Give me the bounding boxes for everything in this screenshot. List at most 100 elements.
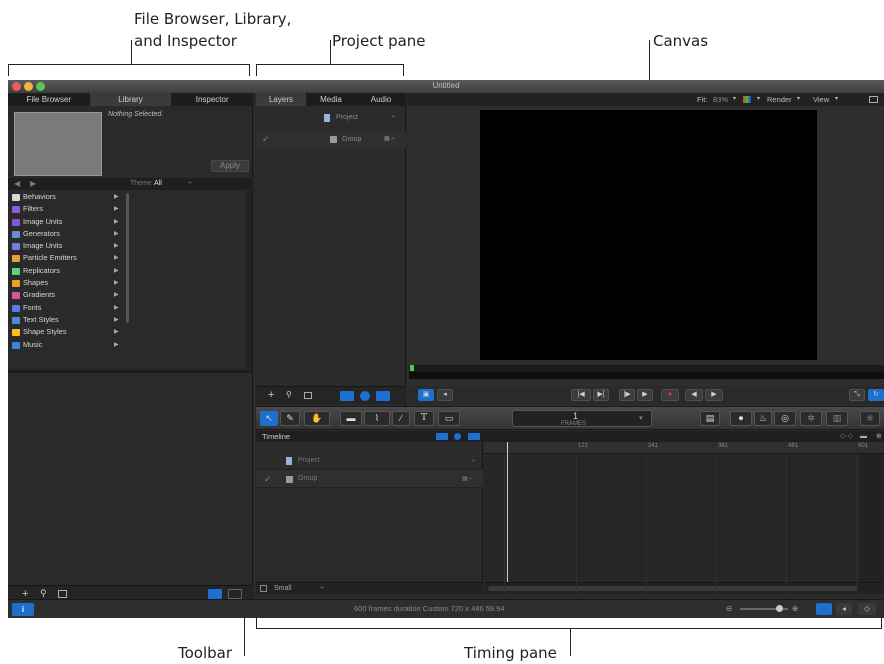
loop-forward-button[interactable]: ▶ bbox=[705, 389, 723, 401]
group-options-icon[interactable]: ▦ ⌐ bbox=[384, 131, 395, 148]
render-popup[interactable]: Render bbox=[767, 93, 792, 106]
zoom-out-icon[interactable]: ⊖ bbox=[726, 600, 732, 617]
video-track-button[interactable] bbox=[816, 603, 832, 615]
mini-timeline[interactable] bbox=[409, 365, 884, 379]
canvas-layout-icon[interactable] bbox=[869, 96, 878, 103]
library-divider[interactable] bbox=[8, 370, 253, 373]
select-tool-button[interactable]: ↖ bbox=[260, 411, 278, 426]
tab-layers[interactable]: Layers bbox=[256, 93, 306, 106]
generators-button[interactable]: ◎ bbox=[774, 411, 796, 426]
tab-audio[interactable]: Audio bbox=[356, 93, 406, 106]
color-channels-icon[interactable] bbox=[743, 96, 751, 103]
timeline-canvas-toggle-icon[interactable] bbox=[436, 433, 448, 440]
add-icon[interactable]: + bbox=[268, 389, 274, 401]
tab-inspector[interactable]: Inspector bbox=[171, 93, 253, 106]
loop-back-button[interactable]: ◀ bbox=[685, 389, 703, 401]
library-category-item[interactable]: Text Styles ▶ bbox=[8, 314, 128, 326]
timeline-row-project[interactable]: Project ⌐ bbox=[256, 452, 483, 470]
back-arrow-icon[interactable]: ◀ bbox=[14, 179, 20, 188]
canvas-toggle-icon[interactable] bbox=[340, 391, 354, 401]
next-frame-button[interactable]: |▶ bbox=[619, 389, 635, 401]
zoom-slider-thumb[interactable] bbox=[776, 605, 783, 612]
layer-checkbox[interactable]: ✓ bbox=[262, 131, 270, 148]
track-size-popup[interactable]: Small bbox=[274, 583, 292, 594]
view-popup[interactable]: View bbox=[813, 93, 829, 106]
canvas-view-button[interactable]: ▣ bbox=[418, 389, 434, 401]
library-category-item[interactable]: Gradients ▶ bbox=[8, 289, 128, 301]
playhead[interactable] bbox=[507, 442, 508, 594]
icon-view-icon[interactable] bbox=[208, 589, 222, 599]
text-tool-button[interactable]: T bbox=[414, 411, 434, 426]
library-category-item[interactable]: Fonts ▶ bbox=[8, 302, 128, 314]
play-button[interactable]: ▶ bbox=[637, 389, 653, 401]
previous-frame-button[interactable]: ▶| bbox=[593, 389, 609, 401]
loop-playback-button[interactable]: ↻ bbox=[868, 389, 884, 401]
pan-tool-button[interactable]: ✋ bbox=[304, 411, 330, 426]
behaviors-button[interactable]: ▥ bbox=[826, 411, 848, 426]
library-category-item[interactable]: Shapes ▶ bbox=[8, 277, 128, 289]
paint-stroke-tool-button[interactable]: ∕ bbox=[392, 411, 410, 426]
bezier-tool-button[interactable]: ⌇ bbox=[364, 411, 390, 426]
search-icon[interactable]: ⚲ bbox=[286, 390, 292, 399]
track-height-icon[interactable]: ▬ bbox=[860, 431, 867, 442]
masks-toggle-icon[interactable] bbox=[376, 391, 390, 401]
behaviors-toggle-icon[interactable] bbox=[360, 391, 370, 401]
mask-tool-button[interactable]: ▭ bbox=[438, 411, 460, 426]
zoom-icon[interactable]: ⊕ bbox=[876, 431, 882, 442]
keyframes-button[interactable]: ◇ bbox=[858, 603, 876, 615]
library-category-item[interactable]: Image Units ▶ bbox=[8, 240, 128, 252]
light-button[interactable]: ♨ bbox=[754, 411, 772, 426]
apply-button[interactable]: Apply bbox=[211, 160, 249, 172]
timeline-vertical-scrollbar[interactable] bbox=[860, 454, 884, 582]
tab-media[interactable]: Media bbox=[306, 93, 356, 106]
zoom-in-icon[interactable]: ⊕ bbox=[792, 600, 798, 617]
forward-arrow-icon[interactable]: ▶ bbox=[30, 179, 36, 188]
scroll-thumb[interactable] bbox=[488, 586, 858, 591]
audio-track-button[interactable]: ◂ bbox=[836, 603, 852, 615]
record-button[interactable]: ● bbox=[661, 389, 679, 401]
library-category-item[interactable]: Image Units ▶ bbox=[8, 216, 128, 228]
filters-button[interactable]: ✲ bbox=[800, 411, 822, 426]
lock-icon[interactable]: ⌐ bbox=[472, 452, 476, 470]
info-icon[interactable]: i bbox=[12, 603, 34, 616]
timeline-track-area[interactable]: 1121241361481601 bbox=[484, 442, 884, 594]
rectangle-tool-button[interactable]: ▬ bbox=[340, 411, 362, 426]
mini-view-icon[interactable] bbox=[260, 585, 267, 592]
layer-row-project[interactable]: Project ⌐ bbox=[256, 109, 406, 126]
timeline-row-group[interactable]: ✓ Group ▦ ⌐ bbox=[256, 470, 483, 488]
playhead-marker-icon[interactable] bbox=[410, 365, 414, 371]
list-view-icon[interactable] bbox=[228, 589, 242, 599]
timeline-masks-toggle-icon[interactable] bbox=[468, 433, 480, 440]
canvas[interactable] bbox=[480, 110, 817, 360]
layer-row-group[interactable]: ✓ Group ▦ ⌐ bbox=[256, 131, 406, 148]
lock-icon[interactable]: ⌐ bbox=[392, 109, 396, 126]
replicate-button[interactable]: ⁜ bbox=[860, 411, 880, 426]
snapping-icon[interactable]: ◇·◇ bbox=[840, 431, 853, 442]
audio-button[interactable]: ◂ bbox=[437, 389, 453, 401]
library-category-item[interactable]: Filters ▶ bbox=[8, 203, 128, 215]
library-category-item[interactable]: Particle Emitters ▶ bbox=[8, 252, 128, 264]
pen-tool-button[interactable]: ✎ bbox=[280, 411, 300, 426]
tab-file-browser[interactable]: File Browser bbox=[8, 93, 90, 106]
library-scrollbar[interactable] bbox=[126, 193, 129, 323]
search-icon[interactable]: ⚲ bbox=[40, 588, 47, 599]
library-category-item[interactable]: Shape Styles ▶ bbox=[8, 326, 128, 338]
theme-popup[interactable]: All bbox=[154, 180, 162, 187]
timing-display[interactable]: 1 FRAMES ▾ bbox=[512, 410, 652, 427]
go-to-start-button[interactable]: |◀ bbox=[571, 389, 591, 401]
library-category-item[interactable]: Replicators ▶ bbox=[8, 265, 128, 277]
folder-icon[interactable] bbox=[304, 392, 312, 399]
library-category-item[interactable]: Music ▶ bbox=[8, 339, 128, 351]
timeline-horizontal-scrollbar[interactable] bbox=[484, 582, 884, 594]
group-options-icon[interactable]: ▦ ⌐ bbox=[462, 470, 473, 488]
camera-button[interactable]: ⏺ bbox=[730, 411, 752, 426]
fullscreen-button[interactable]: ⤡ bbox=[849, 389, 865, 401]
layer-checkbox[interactable]: ✓ bbox=[264, 470, 272, 488]
timeline-behaviors-toggle-icon[interactable] bbox=[454, 433, 461, 440]
timeline-ruler[interactable]: 1121241361481601 bbox=[484, 442, 884, 454]
library-category-item[interactable]: Behaviors ▶ bbox=[8, 191, 128, 203]
filmstrip-button[interactable]: ▤ bbox=[700, 411, 720, 426]
zoom-level-popup[interactable]: 83% bbox=[713, 93, 728, 106]
tab-library[interactable]: Library bbox=[89, 93, 172, 106]
library-category-item[interactable]: Generators ▶ bbox=[8, 228, 128, 240]
